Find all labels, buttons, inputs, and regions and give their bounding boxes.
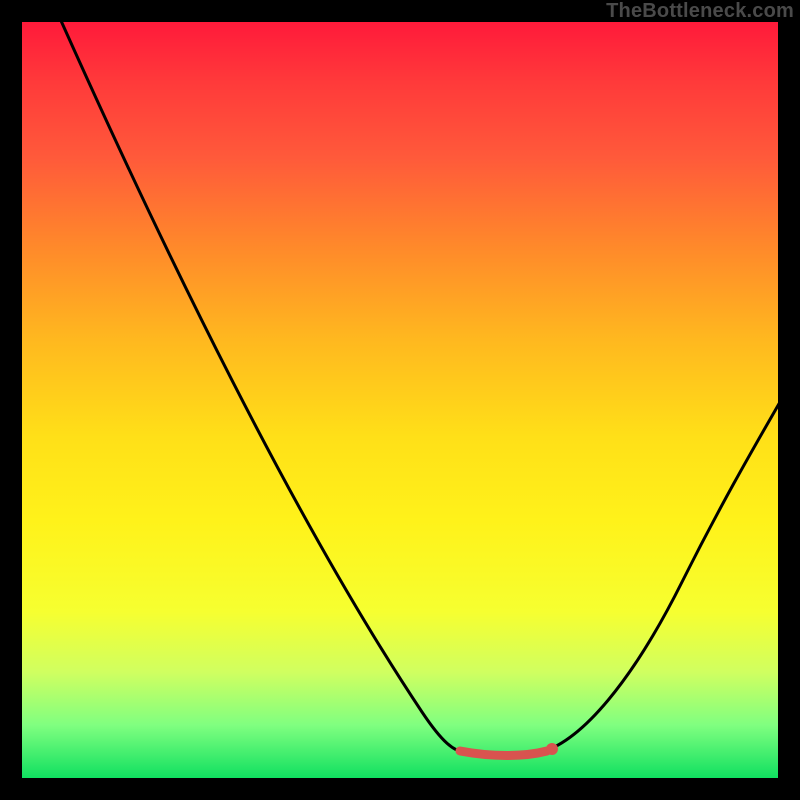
plot-area xyxy=(22,22,778,778)
optimal-range-segment xyxy=(460,751,547,756)
optimal-range-end-dot xyxy=(546,743,558,755)
bottleneck-curve-svg xyxy=(22,22,778,778)
curve-left-limb xyxy=(58,22,467,753)
chart-frame: TheBottleneck.com xyxy=(0,0,800,800)
watermark-text: TheBottleneck.com xyxy=(606,0,794,23)
curve-right-limb xyxy=(542,402,778,752)
